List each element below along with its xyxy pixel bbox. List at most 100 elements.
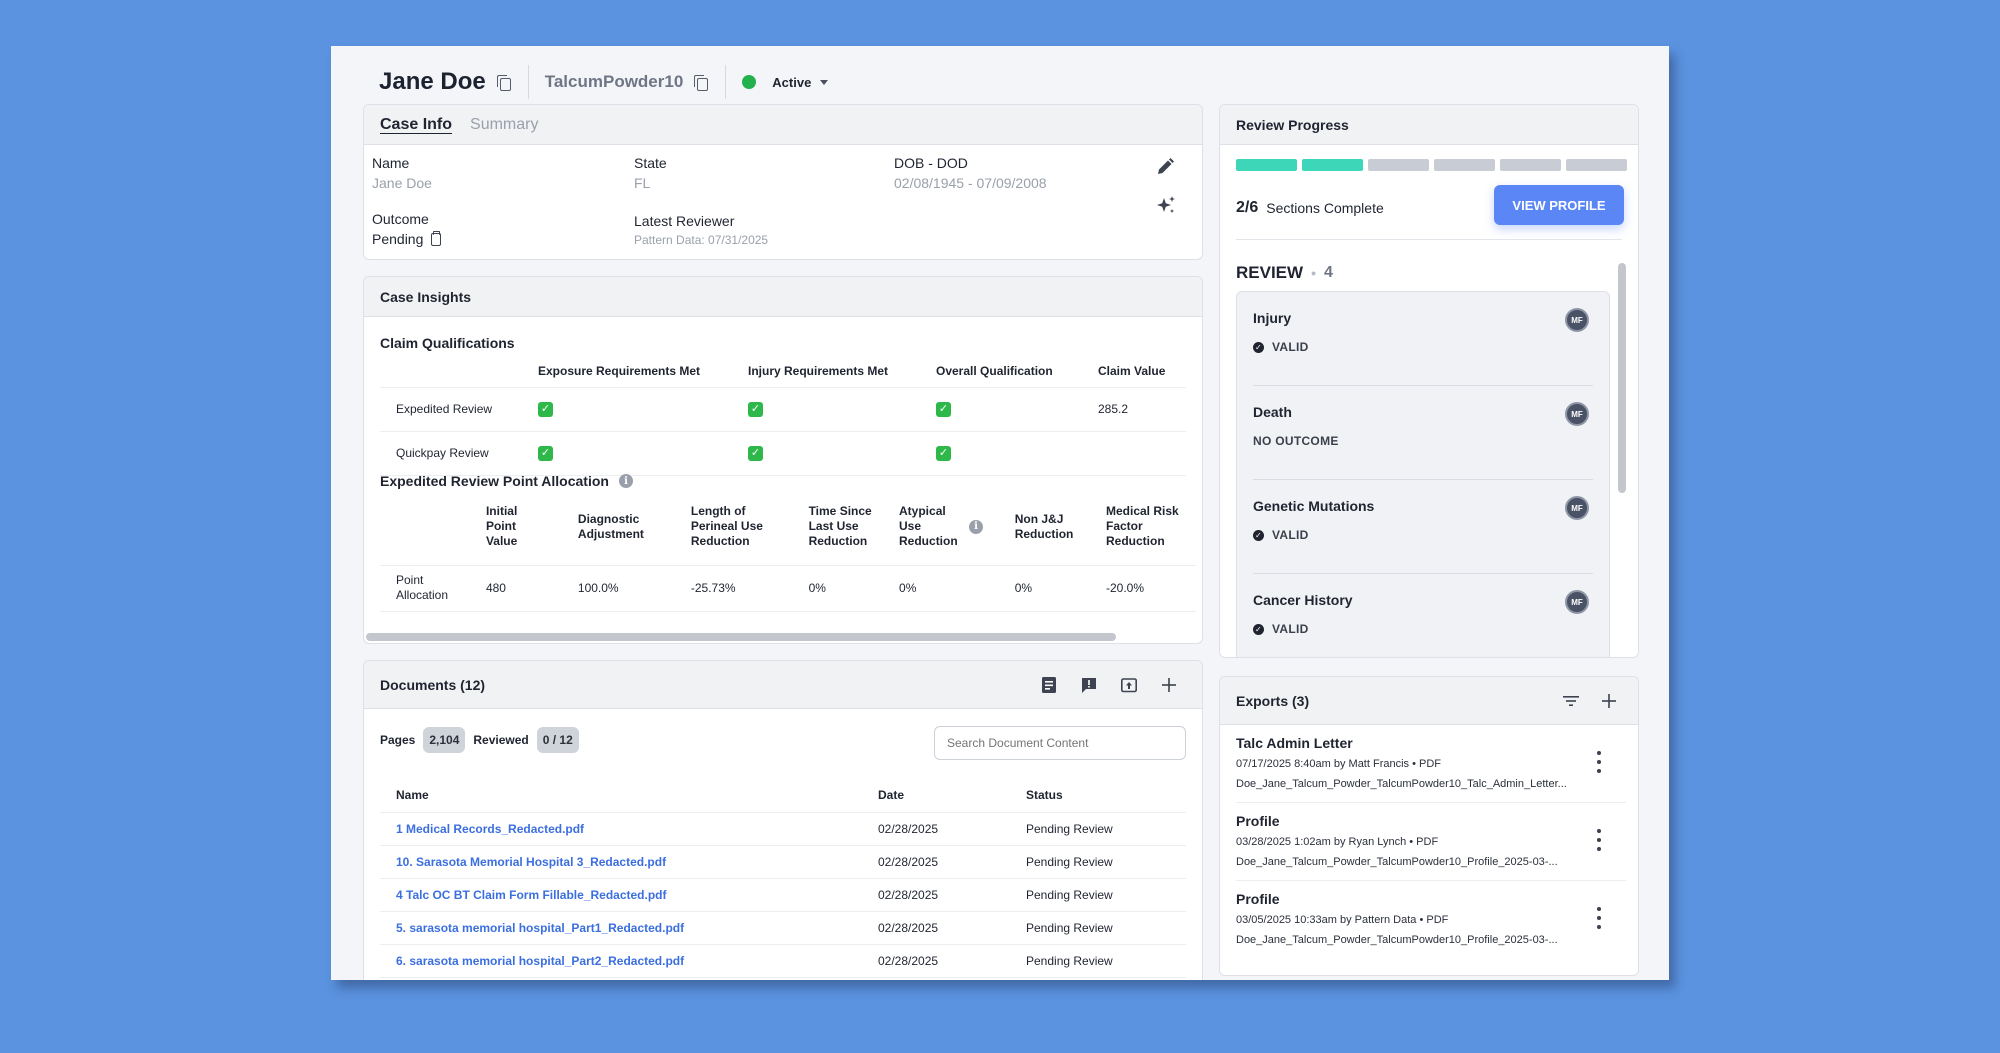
claim-qualifications-table: Exposure Requirements Met Injury Require…: [380, 355, 1186, 476]
export-filename: Doe_Jane_Talcum_Powder_TalcumPowder10_Ta…: [1236, 778, 1567, 790]
document-status: Pending Review: [1010, 845, 1186, 879]
case-info-tabs: Case Info Summary: [364, 105, 1202, 145]
document-link[interactable]: 4 Talc OC BT Claim Form Fillable_Redacte…: [396, 888, 667, 902]
column-header: Medical Risk Factor Reduction: [1090, 489, 1196, 566]
case-insights-header: Case Insights: [364, 277, 1202, 317]
bullet-separator: •: [1311, 265, 1316, 281]
copy-case-id-icon[interactable]: [693, 74, 709, 91]
documents-stats: Pages 2,104 Reviewed 0 / 12: [380, 727, 587, 753]
table-row: Quickpay Review ✓ ✓ ✓: [380, 431, 1186, 476]
avatar[interactable]: MF: [1565, 496, 1589, 520]
info-icon[interactable]: i: [618, 474, 633, 488]
column-header: Diagnostic Adjustment: [561, 489, 675, 566]
table-row: Point Allocation 480 100.0% -25.73% 0% 0…: [380, 565, 1196, 612]
column-header[interactable]: Date: [862, 778, 1010, 813]
info-icon[interactable]: i: [969, 519, 984, 534]
add-icon[interactable]: [1160, 676, 1178, 694]
clipboard-icon[interactable]: [431, 230, 442, 246]
export-meta: 03/28/2025 1:02am by Ryan Lynch • PDF: [1236, 836, 1439, 848]
row-label-cell: Point Allocation: [380, 565, 470, 612]
document-link[interactable]: 10. Sarasota Memorial Hospital 3_Redacte…: [396, 855, 666, 869]
header-divider: [527, 65, 529, 99]
column-header: [380, 489, 470, 566]
search-document-input[interactable]: [934, 726, 1186, 760]
outcome-value-row: Pending: [372, 230, 442, 247]
sections-count: 2/6: [1236, 199, 1259, 216]
export-title: Profile: [1236, 891, 1280, 907]
upload-icon[interactable]: [1120, 676, 1138, 694]
review-item-status: ✓ VALID: [1253, 340, 1309, 354]
horizontal-scrollbar[interactable]: [366, 633, 1116, 641]
claimant-name: Jane Doe: [379, 68, 486, 95]
pencil-icon[interactable]: [1155, 157, 1175, 177]
state-label: State: [634, 155, 667, 171]
chevron-down-icon: [820, 79, 829, 85]
review-item-genetic-mutations[interactable]: Genetic Mutations ✓ VALID MF: [1253, 480, 1593, 574]
reviewer-label: Latest Reviewer: [634, 213, 735, 229]
column-header[interactable]: Name: [380, 778, 862, 813]
progress-segment-incomplete: [1566, 159, 1627, 171]
case-insights-title: Case Insights: [380, 288, 472, 305]
column-header-text: Medical Risk Factor Reduction: [1106, 504, 1179, 549]
table-row: Expedited Review ✓ ✓ ✓ 285.2: [380, 387, 1186, 432]
avatar[interactable]: MF: [1565, 402, 1589, 426]
filter-icon[interactable]: [1562, 692, 1580, 710]
column-header: Time Since Last Use Reduction: [792, 489, 884, 566]
document-list-icon[interactable]: [1040, 676, 1058, 694]
point-allocation-title-row: Expedited Review Point Allocation i: [380, 473, 633, 489]
column-header: Claim Value: [1082, 355, 1186, 388]
tab-summary[interactable]: Summary: [470, 116, 538, 134]
column-header[interactable]: Status: [1010, 778, 1186, 813]
check-circle-icon: ✓: [1253, 623, 1264, 635]
dob-label: DOB - DOD: [894, 155, 968, 171]
avatar[interactable]: MF: [1565, 308, 1589, 332]
status-dropdown[interactable]: Active: [772, 75, 829, 90]
document-link[interactable]: 5. sarasota memorial hospital_Part1_Reda…: [396, 921, 684, 935]
add-icon[interactable]: [1600, 692, 1618, 710]
outcome-value: Pending: [372, 231, 424, 247]
document-name-cell: 10. Sarasota Memorial Hospital 3_Redacte…: [380, 845, 862, 879]
column-header-text: Time Since Last Use Reduction: [808, 504, 872, 549]
vertical-scrollbar[interactable]: [1618, 263, 1626, 493]
progress-segment-complete: [1236, 159, 1297, 171]
dob-field: DOB - DOD 02/08/1945 - 07/09/2008: [894, 155, 1047, 191]
app-window: Jane Doe TalcumPowder10 Active Case Info…: [331, 46, 1669, 980]
check-icon: ✓: [936, 446, 951, 461]
view-profile-button[interactable]: VIEW PROFILE: [1494, 185, 1624, 225]
more-options-icon[interactable]: [1596, 829, 1602, 851]
row-label: Point Allocation: [396, 573, 449, 602]
row-label: Expedited Review: [380, 387, 522, 432]
export-item[interactable]: Profile 03/28/2025 1:02am by Ryan Lynch …: [1236, 803, 1626, 881]
check-icon: ✓: [748, 402, 763, 417]
avatar[interactable]: MF: [1565, 590, 1589, 614]
document-date: 02/28/2025: [862, 845, 1010, 879]
review-item-cancer-history[interactable]: Cancer History ✓ VALID MF: [1253, 574, 1593, 657]
more-options-icon[interactable]: [1596, 907, 1602, 929]
document-date: 02/28/2025: [862, 944, 1010, 978]
table-row[interactable]: 10. Sarasota Memorial Hospital 3_Redacte…: [380, 845, 1186, 879]
export-item[interactable]: Talc Admin Letter 07/17/2025 8:40am by M…: [1236, 725, 1626, 803]
review-item-death[interactable]: Death NO OUTCOME MF: [1253, 386, 1593, 480]
table-row[interactable]: 5. sarasota memorial hospital_Part1_Reda…: [380, 911, 1186, 945]
review-heading: REVIEW • 4: [1236, 263, 1333, 283]
table-row[interactable]: 4 Talc OC BT Claim Form Fillable_Redacte…: [380, 878, 1186, 912]
status-dot-icon: [742, 75, 757, 89]
more-options-icon[interactable]: [1596, 751, 1602, 773]
state-value: FL: [634, 175, 651, 191]
export-item[interactable]: Profile 03/05/2025 10:33am by Pattern Da…: [1236, 881, 1626, 959]
comment-alert-icon[interactable]: [1080, 676, 1098, 694]
table-row[interactable]: 6. sarasota memorial hospital_Part2_Reda…: [380, 944, 1186, 978]
review-item-status: NO OUTCOME: [1253, 434, 1339, 448]
reviewed-label: Reviewed: [473, 733, 529, 747]
sparkle-icon[interactable]: [1155, 195, 1177, 217]
exports-header: Exports (3): [1220, 677, 1638, 725]
tab-case-info[interactable]: Case Info: [380, 116, 452, 134]
table-row[interactable]: 1 Medical Records_Redacted.pdf 02/28/202…: [380, 812, 1186, 846]
name-label: Name: [372, 155, 410, 171]
table-header-row: Name Date Status: [380, 778, 1186, 813]
column-header: Exposure Requirements Met: [522, 355, 732, 388]
review-item-injury[interactable]: Injury ✓ VALID MF: [1253, 292, 1593, 386]
document-link[interactable]: 1 Medical Records_Redacted.pdf: [396, 822, 584, 836]
copy-name-icon[interactable]: [496, 74, 512, 91]
document-link[interactable]: 6. sarasota memorial hospital_Part2_Reda…: [396, 954, 684, 968]
